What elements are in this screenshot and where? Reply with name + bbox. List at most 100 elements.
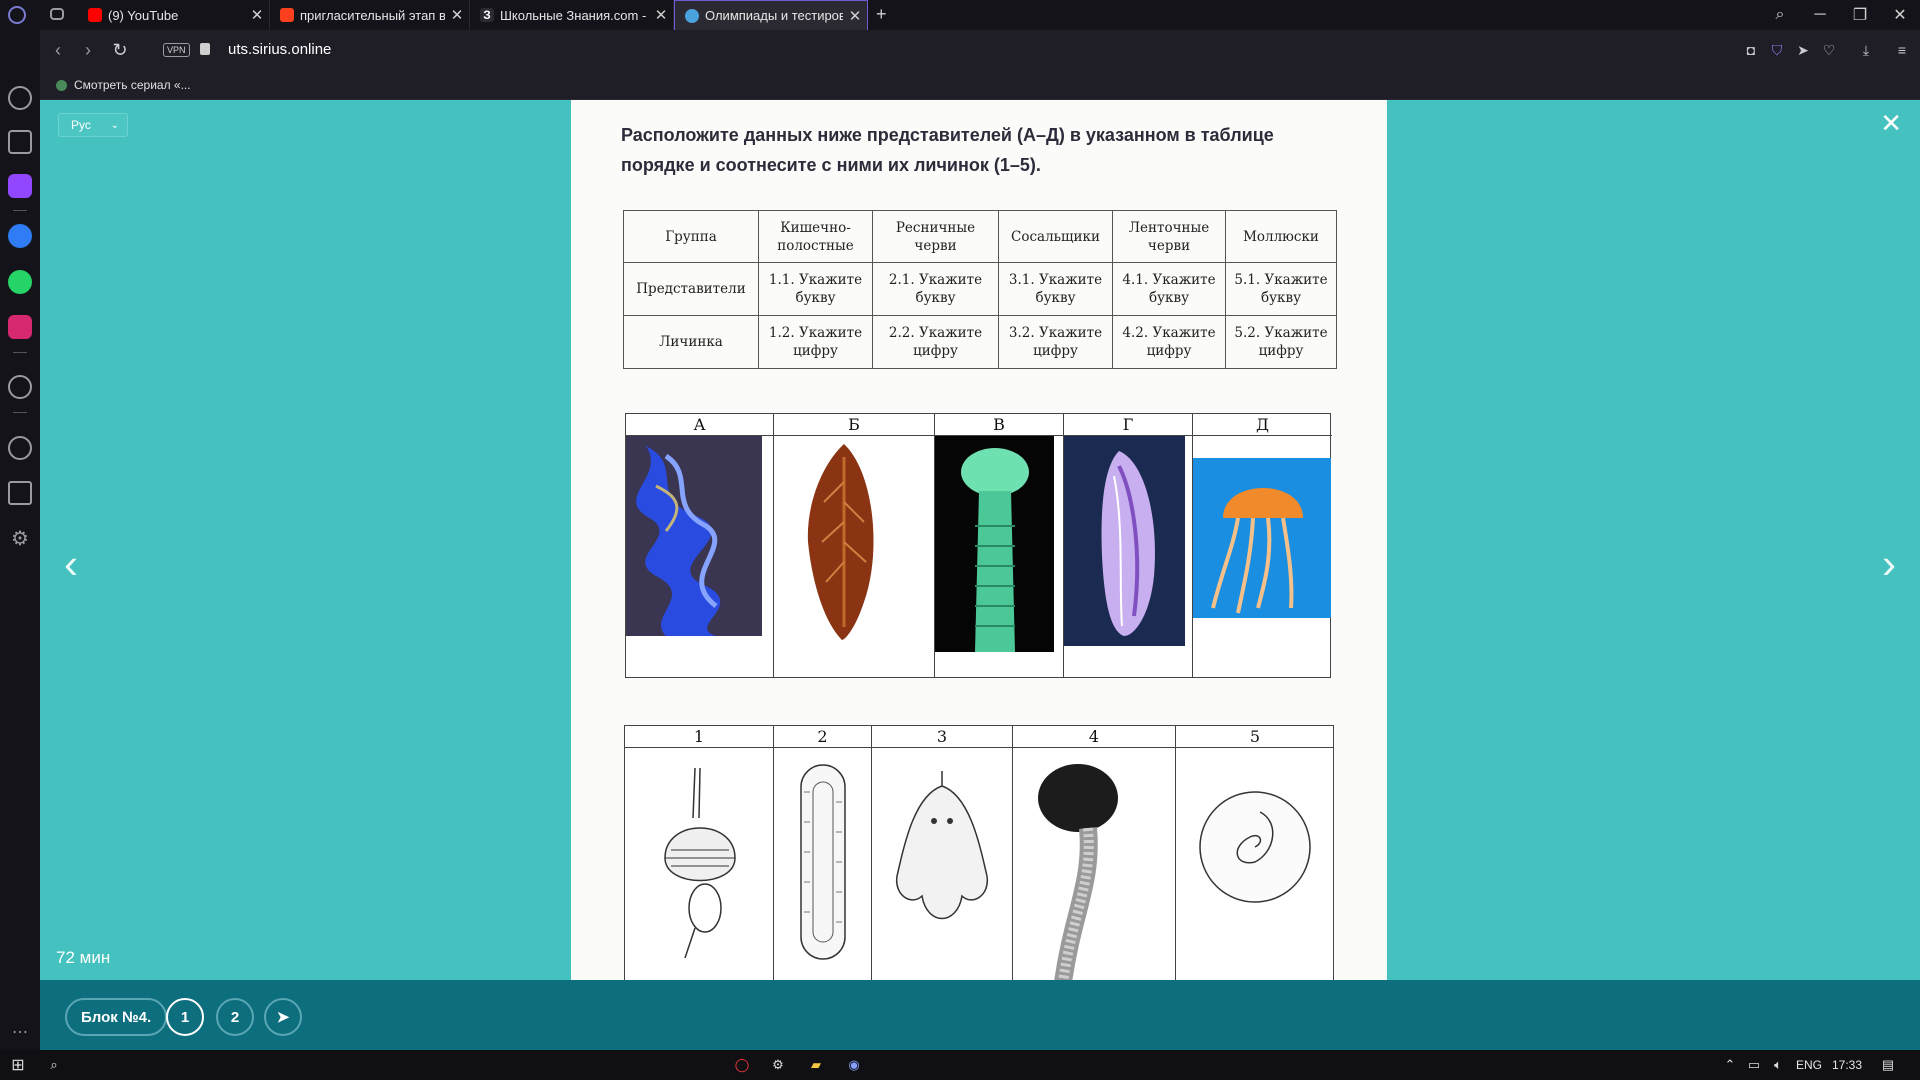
- volume-icon[interactable]: 🔈︎: [1768, 1055, 1788, 1075]
- network-icon[interactable]: ▭: [1744, 1055, 1764, 1075]
- url-field[interactable]: uts.sirius.online: [228, 41, 331, 58]
- file-explorer-icon[interactable]: ▰: [806, 1055, 826, 1075]
- steam-icon[interactable]: ⚙: [768, 1055, 788, 1075]
- opera-menu-icon[interactable]: [8, 6, 26, 24]
- history-icon[interactable]: [8, 436, 32, 460]
- language-select[interactable]: Рус ⌄: [58, 113, 128, 137]
- table-row: Представители 1.1. Укажите букву 2.1. Ук…: [623, 262, 1337, 316]
- send-icon[interactable]: ➤: [1792, 40, 1814, 60]
- larva-3-image: [896, 771, 988, 920]
- back-icon[interactable]: ‹: [46, 38, 70, 62]
- tab-youtube[interactable]: (9) YouTube ✕: [78, 0, 270, 30]
- image-column-g: Г: [1064, 414, 1193, 677]
- yandex-icon: [280, 8, 294, 22]
- page-button-2[interactable]: 2: [216, 998, 254, 1036]
- tab-yandex[interactable]: пригласительный этап вс ✕: [270, 0, 470, 30]
- sirius-icon: [685, 8, 699, 23]
- send-arrow-icon: ➤: [276, 1009, 290, 1026]
- twitch-icon[interactable]: [8, 174, 32, 198]
- table-cell: 3.1. Укажите букву: [998, 262, 1113, 316]
- bookmark-label: Смотреть сериал «...: [74, 78, 191, 92]
- larva-column-5: 5: [1176, 726, 1334, 980]
- table-cell: Моллюски: [1225, 210, 1337, 263]
- tapeworm-scolex-image: [935, 436, 1054, 652]
- instagram-icon[interactable]: [8, 315, 32, 339]
- speed-dial-icon[interactable]: [8, 86, 32, 110]
- larva-column-4: 4: [1013, 726, 1176, 980]
- tab-sirius[interactable]: Олимпиады и тестирован ✕: [674, 0, 868, 30]
- table-cell: 2.1. Укажите букву: [872, 262, 999, 316]
- image-column-b: Б: [774, 414, 935, 677]
- windows-start-icon[interactable]: ⊞: [8, 1055, 28, 1075]
- table-cell: Личинка: [623, 315, 759, 369]
- page-viewport: Рус ⌄ ✕ ‹ › 72 мин Расположите данных ни…: [40, 100, 1920, 1050]
- close-window-icon[interactable]: ✕: [1880, 0, 1920, 30]
- tab-bar: (9) YouTube ✕ пригласительный этап вс ✕ …: [0, 0, 1920, 30]
- minimize-icon[interactable]: ─: [1800, 0, 1840, 30]
- new-tab-button[interactable]: +: [876, 4, 887, 25]
- whatsapp-icon[interactable]: [8, 270, 32, 294]
- bag-icon[interactable]: [8, 130, 32, 154]
- bookmark-favicon-icon: [56, 79, 67, 91]
- send-button[interactable]: ➤: [264, 998, 302, 1036]
- close-tab-icon[interactable]: ✕: [649, 6, 673, 24]
- settings-gear-icon[interactable]: ⚙: [8, 526, 32, 550]
- vpn-badge[interactable]: VPN: [163, 43, 190, 57]
- forward-icon[interactable]: ›: [76, 38, 100, 62]
- extensions-icon[interactable]: [8, 481, 32, 505]
- tab-title: Олимпиады и тестирован: [705, 8, 843, 23]
- reload-icon[interactable]: ↻: [108, 38, 132, 62]
- workspaces-icon[interactable]: [50, 8, 64, 20]
- messenger-icon[interactable]: [8, 224, 32, 248]
- prev-arrow-icon[interactable]: ‹: [64, 540, 78, 588]
- chevron-down-icon: ⌄: [110, 119, 119, 131]
- shield-icon[interactable]: ⛉: [1766, 40, 1788, 60]
- camera-icon[interactable]: ◘: [1740, 40, 1762, 60]
- table-cell: 2.2. Укажите цифру: [872, 315, 999, 369]
- tab-title: пригласительный этап вс: [300, 7, 445, 23]
- download-icon[interactable]: ⤓: [1855, 40, 1877, 60]
- more-icon[interactable]: ⋯: [8, 1020, 32, 1044]
- answer-table: Группа Кишечно-полостные Ресничные черви…: [623, 210, 1337, 369]
- larva-column-2: 2: [774, 726, 872, 980]
- page-button-1[interactable]: 1: [166, 998, 204, 1036]
- jellyfish-image: [1193, 458, 1331, 618]
- restore-icon[interactable]: ❐: [1840, 0, 1880, 30]
- tab-title: Школьные Знания.com - Р: [500, 7, 649, 23]
- search-tabs-icon[interactable]: ⌕: [1760, 0, 1800, 30]
- discord-icon[interactable]: ◉: [844, 1055, 864, 1075]
- close-tab-icon[interactable]: ✕: [245, 6, 269, 24]
- larva-column-1: 1: [625, 726, 774, 980]
- notifications-icon[interactable]: ▤: [1878, 1055, 1898, 1075]
- close-icon[interactable]: ✕: [1880, 108, 1902, 139]
- block-label[interactable]: Блок №4.: [65, 998, 168, 1036]
- table-cell: 3.2. Укажите цифру: [998, 315, 1113, 369]
- sidebar-separator: [13, 412, 27, 413]
- tray-chevron-icon[interactable]: ⌃: [1720, 1055, 1740, 1075]
- table-cell: 1.1. Укажите букву: [758, 262, 873, 316]
- tab-title: (9) YouTube: [108, 7, 179, 23]
- timer: 72 мин: [56, 948, 111, 967]
- table-cell: Кишечно-полостные: [758, 210, 873, 263]
- image-column-d: Д: [1193, 414, 1332, 677]
- task-content: Расположите данных ниже представителей (…: [571, 100, 1387, 980]
- bookmarks-bar: Смотреть сериал «...: [40, 70, 1920, 100]
- larva-2-image: [800, 764, 846, 960]
- input-language[interactable]: ENG: [1796, 1058, 1822, 1072]
- next-arrow-icon[interactable]: ›: [1882, 540, 1896, 588]
- player-icon[interactable]: [8, 375, 32, 399]
- larva-column-3: 3: [872, 726, 1013, 980]
- easy-setup-icon[interactable]: ≡: [1891, 40, 1913, 60]
- close-tab-icon[interactable]: ✕: [843, 7, 867, 25]
- search-icon[interactable]: ⌕: [44, 1055, 64, 1075]
- windows-taskbar: ⊞ ⌕ ◯ ⚙ ▰ ◉ ⌃ ▭ 🔈︎ ENG 17:33 ▤: [0, 1050, 1920, 1080]
- clock[interactable]: 17:33: [1832, 1058, 1862, 1072]
- heart-icon[interactable]: ♡: [1818, 40, 1840, 60]
- bookmark-item[interactable]: Смотреть сериал «...: [56, 78, 191, 92]
- opera-taskbar-icon[interactable]: ◯: [732, 1055, 752, 1075]
- tab-znania[interactable]: З Школьные Знания.com - Р ✕: [470, 0, 674, 30]
- column-label: 2: [774, 726, 871, 748]
- liver-fluke-image: [807, 444, 874, 640]
- close-tab-icon[interactable]: ✕: [445, 6, 469, 24]
- table-cell: 5.1. Укажите букву: [1225, 262, 1337, 316]
